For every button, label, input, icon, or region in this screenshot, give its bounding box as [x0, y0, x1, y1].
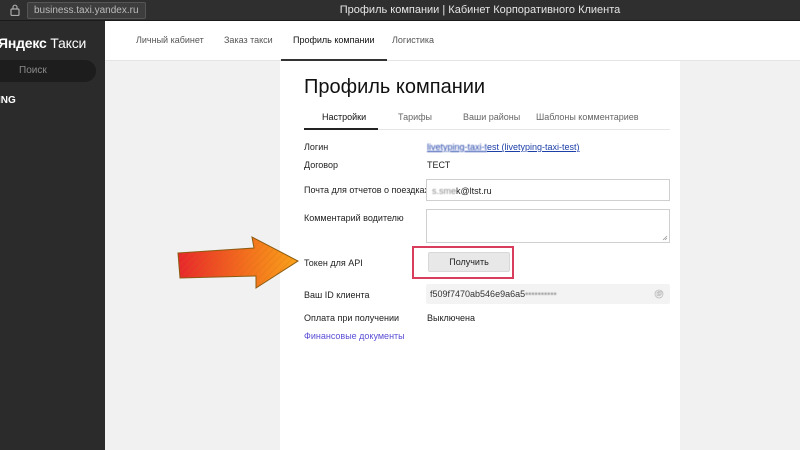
finance-documents-link[interactable]: Финансовые документы [304, 331, 405, 341]
payment-value: Выключена [427, 313, 475, 323]
sidebar-search-placeholder: Поиск [19, 65, 47, 76]
subtab-comment-templates[interactable]: Шаблоны комментариев [536, 112, 639, 122]
subtab-settings[interactable]: Настройки [322, 112, 366, 122]
api-token-label: Токен для API [304, 258, 363, 268]
subtab-tariffs[interactable]: Тарифы [398, 112, 432, 122]
report-email-input[interactable]: s.smek@ltst.ru [426, 179, 670, 201]
contract-value: ТЕСТ [427, 160, 451, 170]
yandex-taxi-logo[interactable]: Яндекс Такси [0, 35, 86, 51]
sidebar-search[interactable]: Поиск [0, 60, 96, 82]
page-title: Профиль компании [304, 76, 486, 98]
client-id-label: Ваш ID клиента [304, 290, 370, 300]
resize-grip-icon[interactable] [662, 235, 668, 241]
copy-icon[interactable] [654, 289, 664, 299]
driver-comment-label: Комментарий водителю [304, 213, 404, 223]
driver-comment-textarea[interactable] [426, 209, 670, 243]
nav-tab-order-taxi[interactable]: Заказ такси [224, 35, 273, 45]
login-value[interactable]: livetyping-taxi-test (livetyping-taxi-te… [427, 142, 580, 152]
nav-tab-logistics[interactable]: Логистика [392, 35, 434, 45]
highlight-box [412, 246, 514, 279]
subtab-active-indicator [304, 128, 378, 130]
payment-label: Оплата при получении [304, 313, 400, 323]
subtab-your-districts[interactable]: Ваши районы [463, 112, 520, 122]
sidebar-org-name[interactable]: ING [0, 95, 16, 106]
nav-tab-personal-cabinet[interactable]: Личный кабинет [136, 35, 204, 45]
annotation-arrow [177, 236, 299, 289]
login-label: Логин [304, 142, 329, 152]
client-id-field[interactable]: f509f7470ab546e9a6a5•••••••••• [426, 284, 670, 304]
top-navigation: Личный кабинет Заказ такси Профиль компа… [105, 21, 800, 61]
nav-tab-company-profile[interactable]: Профиль компании [281, 35, 386, 61]
browser-titlebar: business.taxi.yandex.ru Профиль компании… [0, 0, 800, 21]
contract-label: Договор [304, 160, 338, 170]
sidebar: Яндекс Такси Поиск ING [0, 21, 105, 450]
report-email-label: Почта для отчетов о поездках [304, 185, 430, 195]
window-title: Профиль компании | Кабинет Корпоративног… [339, 4, 621, 16]
